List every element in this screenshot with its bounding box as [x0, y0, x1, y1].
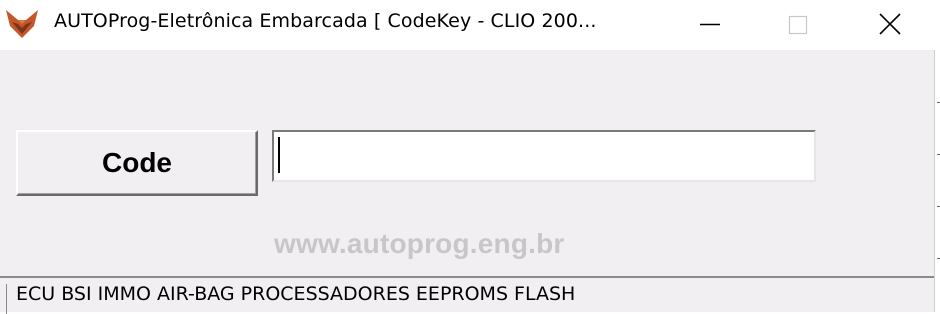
code-button[interactable]: Code: [16, 130, 258, 196]
text-caret: [278, 137, 280, 173]
website-watermark: www.autoprog.eng.br: [274, 228, 565, 259]
window-title: AUTOProg-Eletrônica Embarcada [ CodeKey …: [54, 10, 597, 32]
minimize-icon: [700, 23, 720, 26]
maximize-icon: [788, 15, 808, 35]
app-window: AUTOProg-Eletrônica Embarcada [ CodeKey …: [0, 0, 940, 314]
status-panel-divider: [6, 284, 7, 314]
autoprog-fox-logo-icon[interactable]: [4, 8, 40, 40]
code-input[interactable]: [272, 130, 816, 182]
status-text: ECU BSI IMMO AIR-BAG PROCESSADORES EEPRO…: [16, 283, 576, 305]
maximize-button[interactable]: [752, 0, 844, 50]
close-button[interactable]: [844, 0, 936, 50]
window-resize-edge[interactable]: [934, 50, 940, 312]
minimize-button[interactable]: [664, 0, 756, 50]
close-icon: [879, 13, 901, 35]
title-bar[interactable]: AUTOProg-Eletrônica Embarcada [ CodeKey …: [0, 0, 940, 50]
